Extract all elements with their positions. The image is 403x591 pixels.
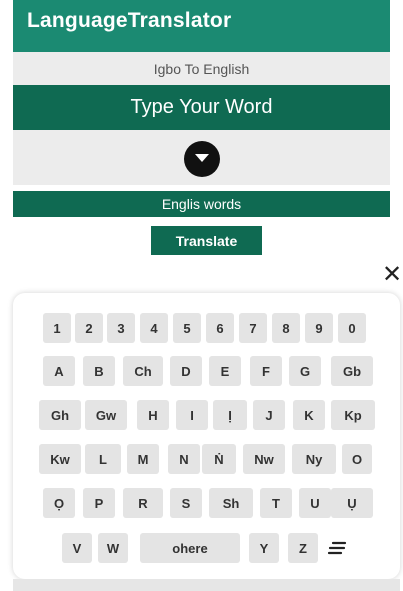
key[interactable]: B [83,356,115,386]
key[interactable]: 8 [272,313,300,343]
key[interactable]: 6 [206,313,234,343]
chevron-down-icon [194,154,209,162]
key[interactable]: Kp [331,400,375,430]
app-title: LanguageTranslator [27,9,232,32]
key[interactable]: Kw [39,444,81,474]
dropdown-button[interactable] [183,140,220,177]
key[interactable]: Z [288,533,318,563]
key[interactable]: 3 [107,313,135,343]
close-keyboard-icon[interactable]: ✕ [381,261,403,289]
key[interactable]: E [209,356,241,386]
key[interactable]: Ọ [43,488,75,518]
key[interactable]: Gh [39,400,81,430]
key[interactable]: Ụ [331,488,373,518]
igbo-keyboard: 1 2 3 4 5 6 7 8 9 0 A B Ch D E F G Gb Gh Gw H I Ị J K Kp Kw L M N Ṅ Nw N… [13,293,400,579]
key[interactable]: T [260,488,292,518]
key[interactable]: M [127,444,159,474]
key[interactable]: J [253,400,285,430]
language-selector-row [13,130,390,185]
space-key[interactable]: ohere [140,533,240,563]
key[interactable]: P [83,488,115,518]
key[interactable]: 9 [305,313,333,343]
keyboard-bottom-bar [13,579,400,591]
key[interactable]: 1 [43,313,71,343]
key[interactable]: D [170,356,202,386]
key[interactable]: Ch [123,356,163,386]
key[interactable]: Y [249,533,279,563]
keyboard-row: A B Ch D E F G Gb [13,356,400,386]
key[interactable]: V [62,533,92,563]
key[interactable]: G [289,356,321,386]
key[interactable]: W [98,533,128,563]
key[interactable]: N [168,444,200,474]
key[interactable]: Ṅ [202,444,236,474]
key[interactable]: L [85,444,121,474]
keyboard-row: V Wohere Y Z [13,533,400,563]
key[interactable]: 5 [173,313,201,343]
key[interactable]: 2 [75,313,103,343]
key[interactable]: 0 [338,313,366,343]
translation-output: Englis words [13,191,390,217]
keyboard-row: Gh Gw H I Ị J K Kp [13,400,400,430]
key[interactable]: Gb [331,356,373,386]
key[interactable]: S [170,488,202,518]
key[interactable]: A [43,356,75,386]
key[interactable]: U [299,488,331,518]
keyboard-row: Ọ P R S Sh T U Ụ [13,488,400,518]
key[interactable]: Sh [209,488,253,518]
key[interactable]: Nw [243,444,285,474]
key[interactable]: R [123,488,163,518]
key[interactable]: 7 [239,313,267,343]
key[interactable]: F [250,356,282,386]
key[interactable]: K [293,400,325,430]
keyboard-row: Kw L M N Ṅ Nw Ny O [13,444,400,474]
key[interactable]: I [176,400,208,430]
menu-lines-icon[interactable] [322,533,352,563]
key[interactable]: H [137,400,169,430]
key[interactable]: 4 [140,313,168,343]
key[interactable]: Ị [213,400,247,430]
translate-button[interactable]: Translate [151,226,262,255]
word-input[interactable] [13,85,390,130]
app-bar: LanguageTranslator [13,0,390,52]
keyboard-row: 1234567890 [13,313,400,343]
translation-direction-label: Igbo To English [13,52,390,85]
key[interactable]: O [342,444,372,474]
key[interactable]: Gw [85,400,127,430]
key[interactable]: Ny [292,444,336,474]
